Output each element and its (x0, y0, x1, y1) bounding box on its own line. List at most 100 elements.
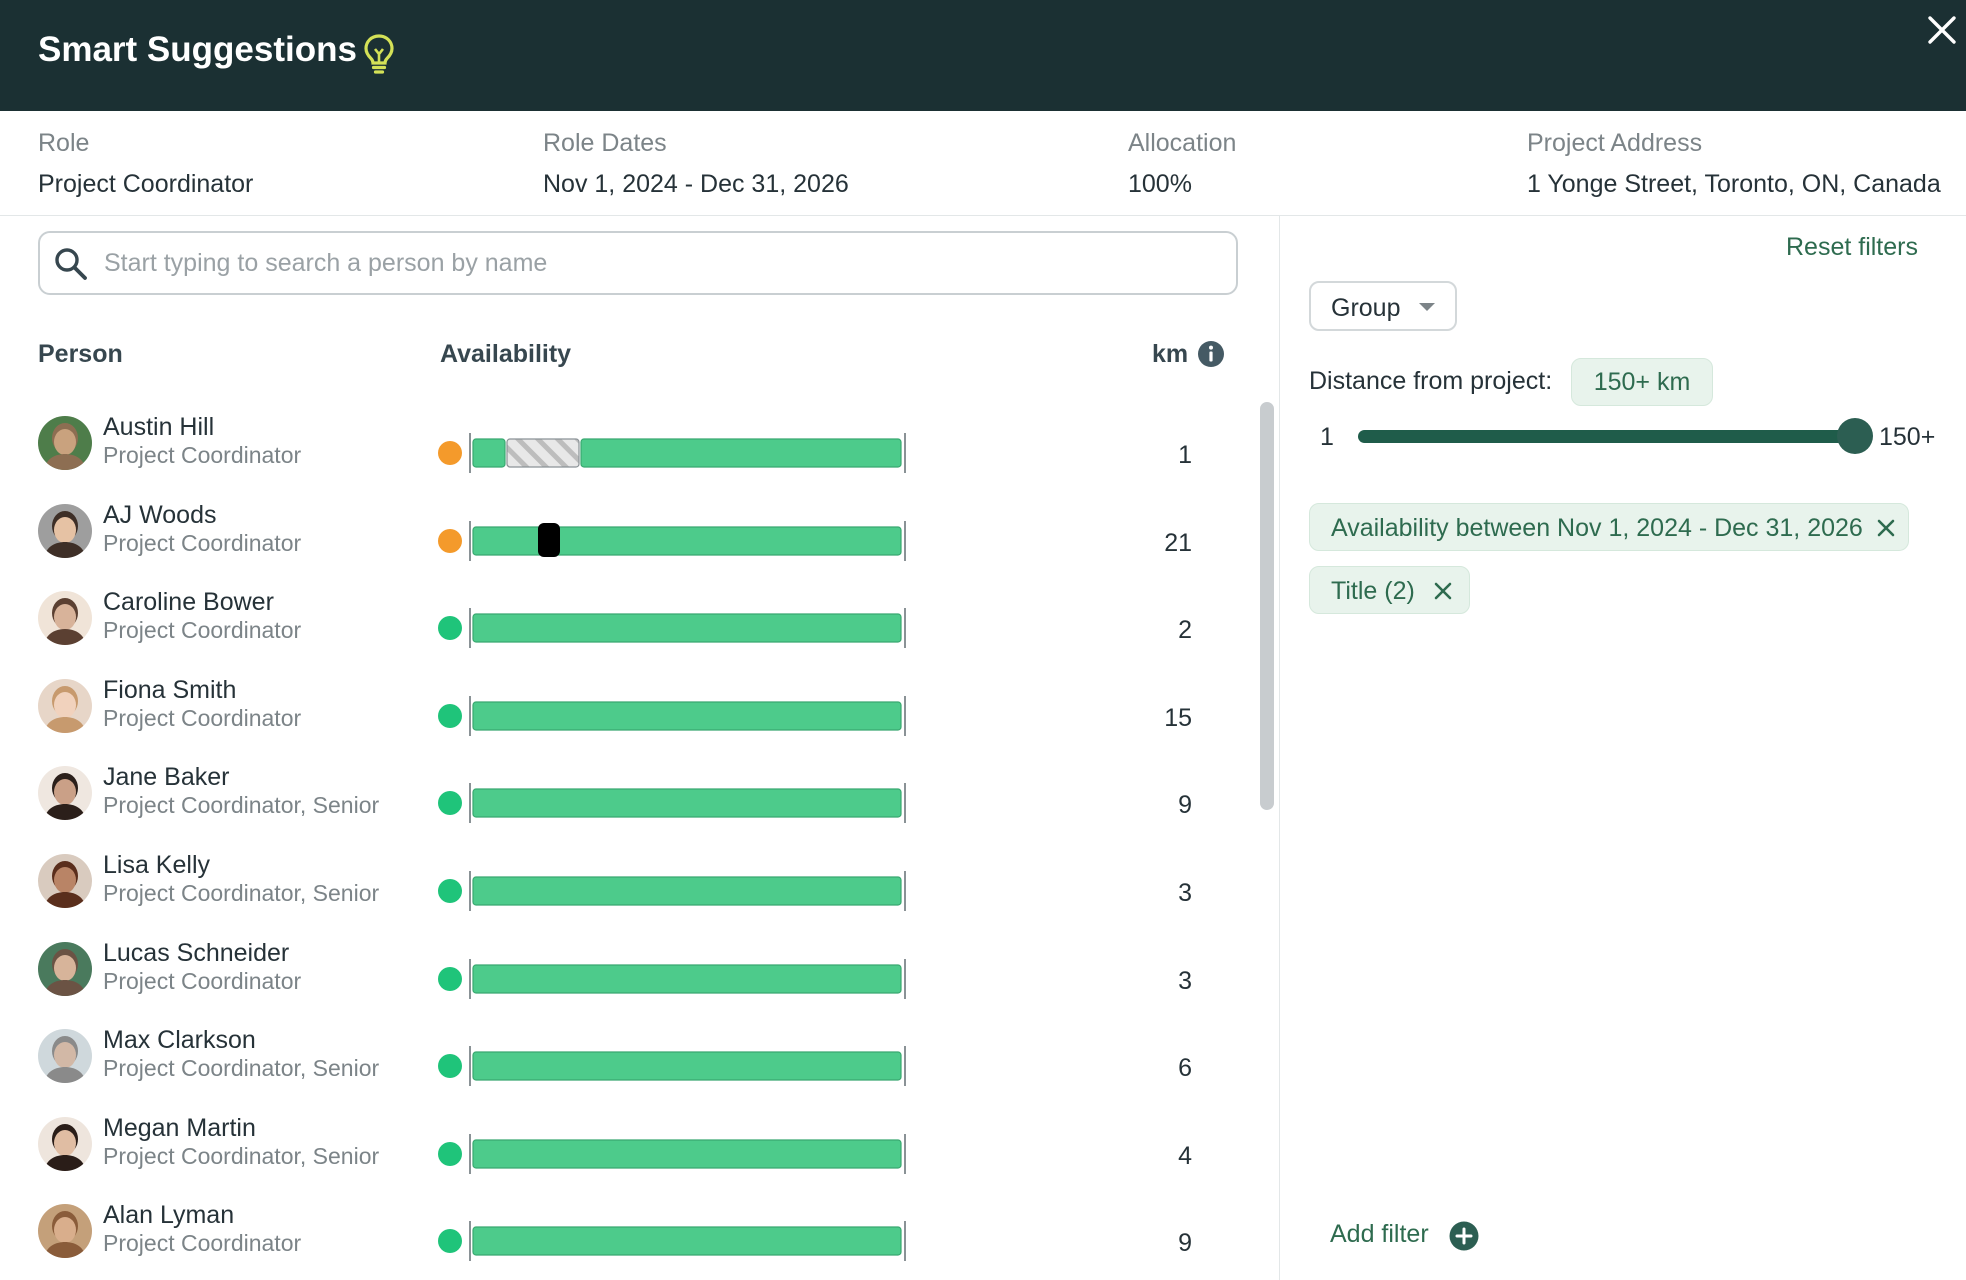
add-filter-button[interactable]: Add filter (1330, 1220, 1429, 1249)
reset-filters-link[interactable]: Reset filters (1786, 233, 1918, 262)
person-name[interactable]: Lisa Kelly (103, 851, 210, 880)
avatar (38, 416, 92, 470)
person-name[interactable]: Caroline Bower (103, 588, 274, 617)
slider-max-label: 150+ (1879, 423, 1936, 451)
lightbulb-icon (364, 34, 394, 74)
person-name[interactable]: Jane Baker (103, 763, 229, 792)
person-row[interactable]: Fiona Smith Project Coordinator 15 (0, 659, 1240, 747)
person-title: Project Coordinator, Senior (103, 1055, 380, 1082)
group-dropdown-label: Group (1331, 294, 1401, 322)
allocation-field: Allocation 100% (1128, 129, 1236, 199)
dialog-header: Smart Suggestions (0, 0, 1966, 111)
role-dates-field: Role Dates Nov 1, 2024 - Dec 31, 2026 (543, 129, 849, 199)
availability-status-dot (438, 1141, 462, 1166)
distance-km: 6 (1178, 1054, 1192, 1083)
person-title: Project Coordinator (103, 704, 302, 731)
dialog-title: Smart Suggestions (38, 30, 357, 69)
availability-bar (469, 783, 906, 824)
avatar (38, 854, 92, 908)
distance-km: 4 (1178, 1141, 1192, 1170)
role-label: Role (38, 129, 90, 157)
person-title: Project Coordinator, Senior (103, 880, 380, 906)
availability-status-dot (438, 703, 462, 728)
person-title: Project Coordinator (103, 967, 302, 994)
person-name[interactable]: Max Clarkson (103, 1026, 256, 1055)
avatar (38, 503, 92, 558)
group-dropdown[interactable]: Group (1309, 281, 1457, 331)
people-panel: Person Availability km Austin HillProjec… (0, 216, 1280, 1280)
role-dates-label: Role Dates (543, 129, 667, 157)
info-icon[interactable] (1197, 340, 1225, 368)
availability-status-dot (438, 441, 462, 465)
search-box[interactable] (38, 231, 1238, 295)
scrollbar-thumb[interactable] (1260, 402, 1274, 810)
search-input[interactable] (104, 243, 1214, 283)
filter-chip-label: Title (2) (1331, 577, 1415, 605)
person-row[interactable]: AJ Woods Project Coordinator 21 (0, 484, 1240, 572)
person-name[interactable]: Alan Lyman (103, 1201, 234, 1230)
distance-km: 1 (1178, 441, 1192, 469)
availability-bar (469, 608, 906, 649)
distance-km: 9 (1178, 1229, 1192, 1258)
distance-label: Distance from project: (1309, 367, 1553, 395)
availability-bar (469, 958, 906, 999)
allocation-value: 100% (1128, 170, 1192, 198)
distance-km: 21 (1164, 528, 1192, 557)
avatar (38, 941, 92, 996)
avatar (38, 766, 92, 821)
distance-km: 15 (1164, 703, 1192, 732)
availability-bar (469, 695, 906, 736)
person-title: Project Coordinator (103, 442, 302, 468)
distance-km: 9 (1178, 791, 1192, 820)
project-address-value: 1 Yonge Street, Toronto, ON, Canada (1527, 170, 1941, 198)
person-name[interactable]: Lucas Schneider (103, 939, 289, 968)
person-name[interactable]: Fiona Smith (103, 676, 236, 705)
add-circle-icon[interactable] (1449, 1221, 1479, 1251)
person-row[interactable]: Megan Martin Project Coordinator, Senior 4 (0, 1097, 1240, 1185)
person-title: Project Coordinator (103, 617, 302, 644)
slider-min-label: 1 (1320, 423, 1334, 451)
role-dates-value: Nov 1, 2024 - Dec 31, 2026 (543, 170, 849, 198)
person-row[interactable]: Austin Hill Project Coordinator 1 (0, 396, 1240, 484)
person-row[interactable]: Lucas Schneider Project Coordinator 3 (0, 922, 1240, 1010)
km-column-header: km (1152, 340, 1189, 368)
person-row[interactable]: Jane Baker Project Coordinator, Senior 9 (0, 746, 1240, 834)
availability-bar (469, 433, 906, 473)
role-value: Project Coordinator (38, 170, 254, 198)
distance-km: 3 (1178, 966, 1192, 995)
availability-status-dot (438, 879, 462, 903)
person-title: Project Coordinator, Senior (103, 1142, 380, 1169)
availability-bar (469, 1046, 906, 1087)
avatar (38, 1116, 92, 1171)
availability-column-header: Availability (440, 340, 572, 368)
remove-chip-icon[interactable] (1874, 516, 1898, 540)
person-title: Project Coordinator, Senior (103, 792, 380, 819)
role-field: Role Project Coordinator (38, 129, 253, 199)
availability-bar (469, 1133, 906, 1174)
availability-bar (469, 520, 906, 561)
availability-status-dot (438, 1054, 462, 1079)
availability-status-dot (438, 528, 462, 553)
person-row[interactable]: Lisa Kelly Project Coordinator, Senior 3 (0, 834, 1240, 922)
person-name[interactable]: AJ Woods (103, 501, 216, 530)
person-name[interactable]: Austin Hill (103, 413, 214, 442)
caret-down-icon (1419, 303, 1435, 311)
distance-km: 2 (1178, 616, 1192, 645)
person-row[interactable]: Caroline Bower Project Coordinator 2 (0, 571, 1240, 659)
filter-chip-availability[interactable]: Availability between Nov 1, 2024 - Dec 3… (1309, 503, 1909, 551)
project-address-label: Project Address (1527, 129, 1703, 157)
distance-slider-thumb[interactable] (1837, 418, 1873, 454)
person-name[interactable]: Megan Martin (103, 1114, 256, 1143)
close-icon[interactable] (1926, 14, 1958, 46)
filter-chip-label: Availability between Nov 1, 2024 - Dec 3… (1331, 514, 1863, 542)
person-row[interactable]: Alan Lyman Project Coordinator 9 (0, 1184, 1240, 1272)
person-row[interactable]: Max Clarkson Project Coordinator, Senior 6 (0, 1009, 1240, 1097)
avatar (38, 591, 92, 646)
remove-chip-icon[interactable] (1431, 579, 1455, 603)
availability-status-dot (438, 1229, 462, 1254)
filter-chip-title[interactable]: Title (2) (1309, 566, 1470, 614)
distance-value-badge: 150+ km (1571, 358, 1713, 406)
distance-slider-track[interactable] (1358, 430, 1855, 443)
availability-bar (469, 871, 906, 911)
search-icon (55, 248, 87, 280)
